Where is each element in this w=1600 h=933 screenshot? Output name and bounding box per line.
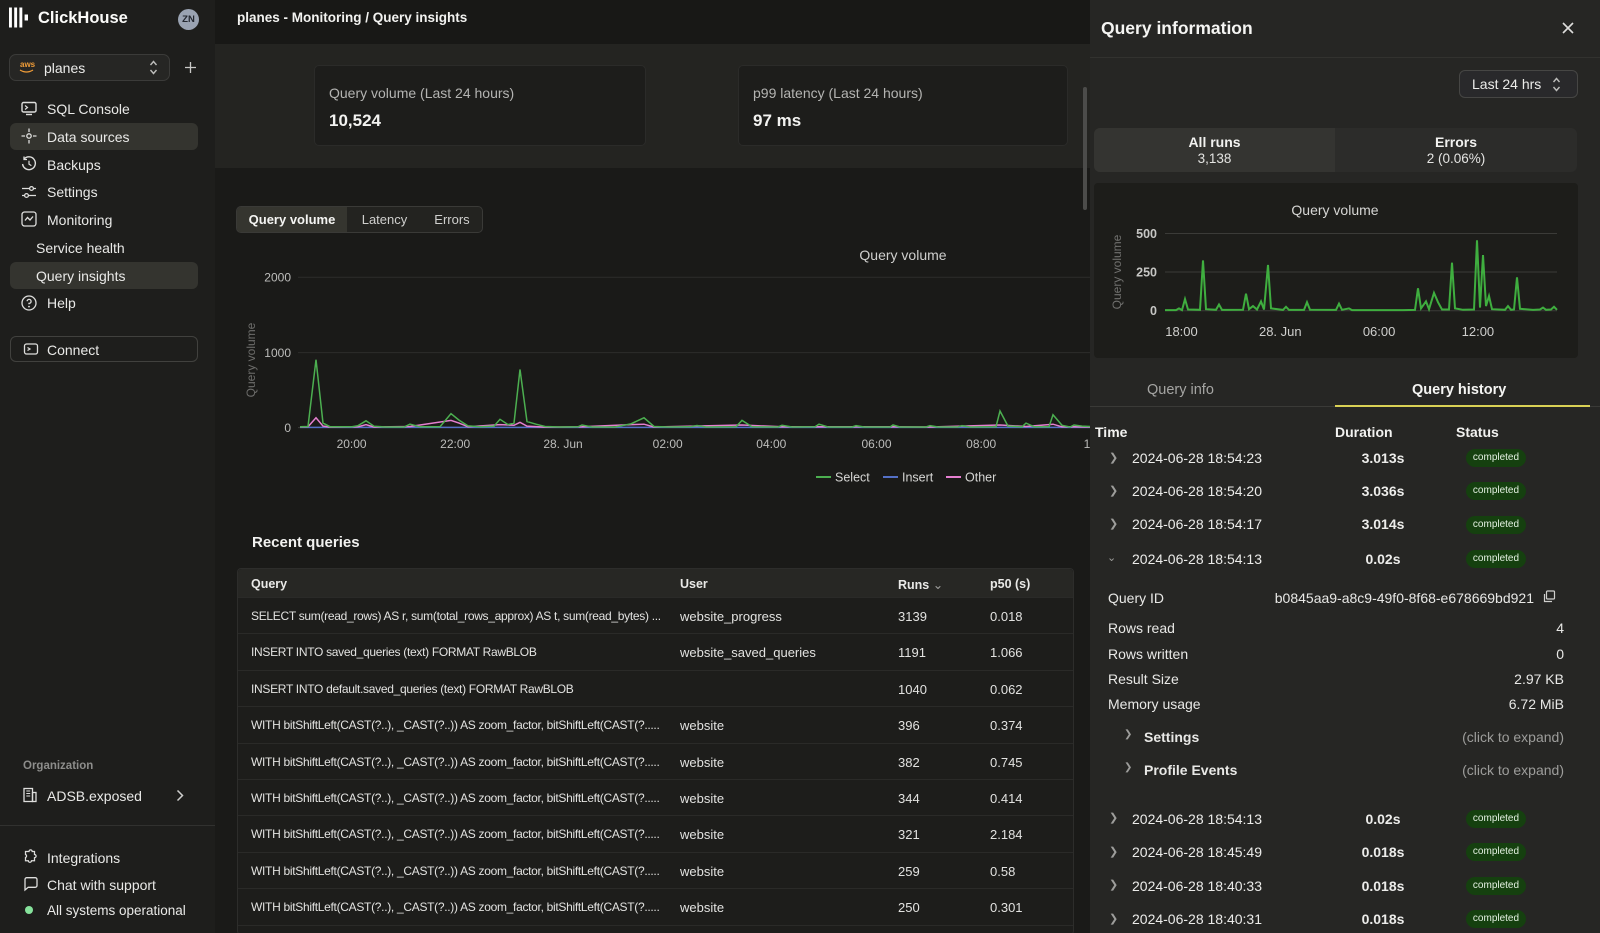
svg-text:2000: 2000	[264, 271, 291, 285]
svg-text:1000: 1000	[264, 346, 291, 360]
svg-text:250: 250	[1136, 266, 1157, 280]
svg-text:08:00: 08:00	[966, 437, 996, 451]
svg-text:Insert: Insert	[902, 471, 934, 485]
svg-text:Query volume: Query volume	[1110, 234, 1124, 309]
svg-text:28. Jun: 28. Jun	[1259, 324, 1302, 339]
svg-text:18:00: 18:00	[1165, 324, 1198, 339]
svg-text:02:00: 02:00	[653, 437, 683, 451]
svg-text:06:00: 06:00	[861, 437, 891, 451]
svg-text:Query volume: Query volume	[859, 247, 946, 263]
svg-text:22:00: 22:00	[440, 437, 470, 451]
svg-text:Query volume: Query volume	[244, 322, 258, 397]
svg-text:Other: Other	[965, 471, 996, 485]
svg-text:Query volume: Query volume	[1291, 202, 1378, 218]
svg-text:500: 500	[1136, 227, 1157, 241]
svg-text:0: 0	[284, 421, 291, 435]
svg-text:Select: Select	[835, 471, 870, 485]
svg-text:12:00: 12:00	[1462, 324, 1495, 339]
svg-text:20:00: 20:00	[337, 437, 367, 451]
svg-text:04:00: 04:00	[756, 437, 786, 451]
svg-text:06:00: 06:00	[1363, 324, 1396, 339]
svg-text:28. Jun: 28. Jun	[543, 437, 582, 451]
svg-text:0: 0	[1150, 304, 1157, 318]
